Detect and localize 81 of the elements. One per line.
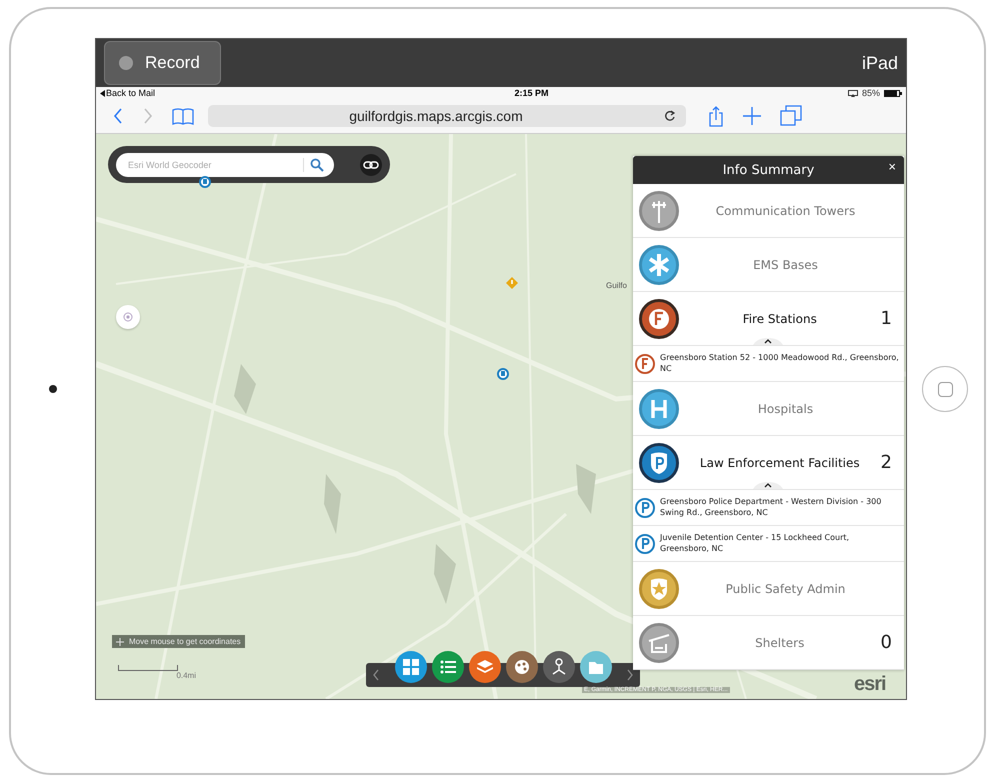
feature-text: Greensboro Station 52 - 1000 Meadowood Rd., Greensboro, NC: [660, 353, 900, 374]
police-badge-icon: [635, 534, 655, 554]
collapse-caret-icon[interactable]: [753, 337, 783, 345]
search-input[interactable]: Esri World Geocoder: [126, 158, 297, 170]
crosshair-icon: [116, 638, 124, 646]
battery-icon: [884, 90, 902, 96]
police-badge-icon: [639, 442, 679, 482]
layer-name: EMS Bases: [752, 258, 819, 272]
palette-icon[interactable]: [506, 651, 538, 683]
close-button[interactable]: ×: [886, 159, 898, 174]
address-bar[interactable]: guilfordgis.maps.arcgis.com: [208, 105, 686, 127]
feature-count: 0: [880, 632, 892, 653]
feature-count: 2: [880, 452, 892, 473]
list-icon[interactable]: [432, 651, 464, 683]
layer-name: Shelters: [754, 636, 806, 650]
back-arrow-icon[interactable]: [100, 90, 105, 96]
layer-name: Public Safety Admin: [724, 582, 846, 596]
collapse-caret-icon[interactable]: [753, 481, 783, 489]
feature-row[interactable]: Greensboro Police Department - Western Division - 300 Swing Rd., Greensboro, NC: [633, 490, 904, 526]
tabs-icon[interactable]: [780, 105, 802, 127]
logo: esri: [854, 673, 886, 695]
pond-drawing: [324, 474, 341, 534]
layer-row[interactable]: Public Safety Admin: [633, 562, 904, 616]
feature-row[interactable]: Juvenile Detention Center - 15 Lockheed Court, Greensboro, NC: [633, 526, 904, 562]
search-box[interactable]: Esri World Geocoder: [116, 152, 334, 176]
add-icon[interactable]: [742, 106, 762, 126]
map[interactable]: [96, 134, 906, 699]
camera-icon: [48, 385, 56, 393]
warning-marker-icon[interactable]: [506, 277, 518, 289]
link-icon[interactable]: [360, 154, 382, 176]
layer-row[interactable]: Law Enforcement Facilities 2: [633, 436, 904, 490]
police-marker-icon[interactable]: [199, 176, 211, 188]
layer-row[interactable]: EMS Bases: [633, 238, 904, 292]
place-label: Guilfo: [606, 281, 627, 290]
battery-percent: 85%: [862, 88, 880, 98]
police-marker-icon[interactable]: [497, 368, 509, 380]
back-link[interactable]: Back to Mail: [106, 88, 156, 98]
scale-label: 0.4mi: [176, 671, 196, 680]
feature-text: Greensboro Police Department - Western Division - 300 Swing Rd., Greensboro, NC: [660, 497, 882, 518]
feature-count: 1: [880, 308, 892, 329]
layer-row[interactable]: Hospitals: [633, 382, 904, 436]
coordinates-text: Move mouse to get coordinates: [129, 637, 241, 646]
feature-row[interactable]: Greensboro Station 52 - 1000 Meadowood Rd., Greensboro, NC: [633, 346, 904, 382]
device-name: iPad: [862, 52, 898, 74]
star-badge-icon: [639, 568, 679, 608]
tower-icon: [639, 190, 679, 230]
reload-icon[interactable]: [664, 110, 676, 122]
pond-drawing: [576, 464, 596, 514]
record-button[interactable]: Record: [104, 41, 221, 85]
bookmarks-icon[interactable]: [172, 107, 194, 125]
shelter-icon: [639, 622, 679, 662]
locate-icon: [123, 312, 133, 322]
layer-row[interactable]: Fire Stations 1: [633, 292, 904, 346]
layer-row[interactable]: Communication Towers: [633, 184, 904, 238]
fire-emblem-icon: [639, 298, 679, 338]
grid-icon[interactable]: [394, 651, 426, 683]
layer-name: Law Enforcement Facilities: [698, 456, 861, 470]
fire-emblem-icon: [635, 354, 655, 374]
pond-drawing: [434, 544, 456, 604]
layer-name: Hospitals: [756, 402, 814, 416]
layer-name: Communication Towers: [714, 204, 856, 218]
share-icon[interactable]: [708, 105, 724, 127]
layer-row[interactable]: Shelters 0: [633, 616, 904, 670]
star-of-life-icon: [639, 244, 679, 284]
chevron-right-icon[interactable]: [626, 669, 634, 681]
back-icon[interactable]: [112, 107, 124, 125]
police-badge-icon: [635, 498, 655, 518]
search-icon[interactable]: [310, 158, 324, 172]
folder-icon[interactable]: [580, 651, 612, 683]
scale-bar-icon: [118, 665, 178, 671]
pond-drawing: [234, 364, 256, 414]
hospital-icon: [639, 388, 679, 428]
panel-title: Info Summary: [722, 162, 814, 178]
layer-name: Fire Stations: [742, 312, 818, 326]
feature-text: Juvenile Detention Center - 15 Lockheed Court, Greensboro, NC: [660, 533, 850, 554]
chevron-left-icon[interactable]: [372, 669, 380, 681]
home-button[interactable]: [922, 366, 968, 412]
clock: 2:15 PM: [514, 88, 549, 98]
network-icon[interactable]: [542, 651, 574, 683]
layers-icon[interactable]: [468, 651, 500, 683]
airplay-icon: [848, 90, 858, 96]
